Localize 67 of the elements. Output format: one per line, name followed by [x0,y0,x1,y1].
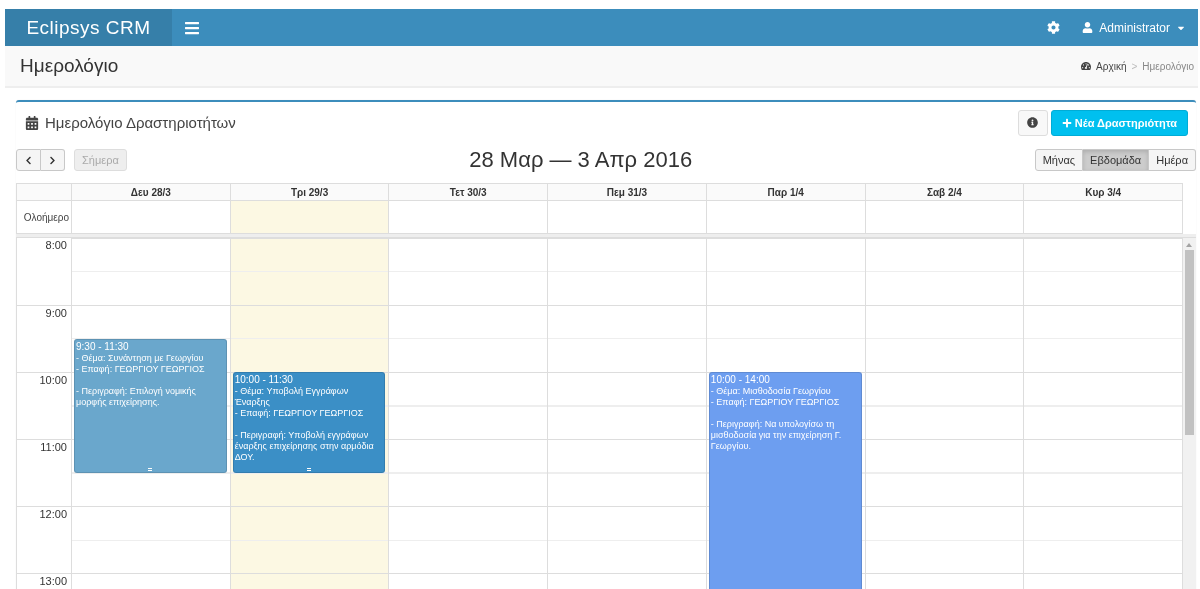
event-description: - Περιγραφή: Επιλογή νομικής μορφής επιχείρησης. [76,385,197,408]
event-subject: - Θέμα: Υποβολή Εγγράφων Έναρξης [234,386,350,408]
all-day-cell[interactable] [230,201,390,234]
resize-handle-icon[interactable] [148,467,153,471]
day-column[interactable]: 10:00 - 11:30 - Θέμα: Υποβολή Εγγράφων Έναρξης - Επαφή: ΓΕΩΡΓΙΟΥ ΓΕΩΡΓΙΟΣ - Περιγραφή: Υποβολή εγγράφων έναρξης επιχείρησης στην αρμόδια ΔΟΥ. [230,238,390,589]
day-column[interactable] [389,238,549,589]
hour-label: 9:00 [44,306,68,319]
day-header: Σαβ 2/4 [865,183,1025,201]
info-button[interactable] [1017,109,1048,136]
calendar-event[interactable]: 10:00 - 11:30 - Θέμα: Υποβολή Εγγράφων Έναρξης - Επαφή: ΓΕΩΡΓΙΟΥ ΓΕΩΡΓΙΟΣ - Περιγραφή: Υποβολή εγγράφων έναρξης επιχείρησης στην αρμόδια ΔΟΥ. [232,372,386,473]
event-subject: - Θέμα: Μισθοδοσία Γεωργίου [710,386,832,397]
breadcrumb-link[interactable]: Ημερολόγιο [1142,60,1194,72]
day-header: Κυρ 3/4 [1024,183,1183,201]
all-day-cell[interactable] [389,201,549,234]
day-header: Τρι 29/3 [230,183,390,201]
calendar-icon [25,115,39,130]
event-contact: - Επαφή: ΓΕΩΡΓΙΟΥ ΓΕΩΡΓΙΟΣ [76,363,206,375]
date-range: 28 Μαρ — 3 Απρ 2016 [469,147,693,173]
calendar-event[interactable]: 10:00 - 14:00 - Θέμα: Μισθοδοσία Γεωργίου - Επαφή: ΓΕΩΡΓΙΟΥ ΓΕΩΡΓΙΟΣ - Περιγραφή: Να υπολογίσω τη μισθοδοσία για την επιχείρηση Γ. Γεωργίου. [708,372,862,589]
hour-label: 10:00 [38,373,68,386]
day-column[interactable] [865,238,1025,589]
event-description: - Περιγραφή: Να υπολογίσω τη μισθοδοσία για την επιχείρηση Γ. Γεωργίου. [710,419,843,452]
view-tab[interactable]: Εβδομάδα [1083,149,1150,171]
view-tab[interactable]: Ημέρα [1149,149,1196,171]
resize-handle-icon[interactable] [307,467,312,471]
all-day-cell[interactable] [548,201,707,234]
all-day-cell[interactable] [1024,201,1183,234]
event-time: 9:30 - 11:30 [76,340,130,353]
chevron-left-icon [24,155,33,165]
previous-button[interactable] [16,149,41,171]
dashboard-icon [1081,61,1092,71]
all-day-cell[interactable] [706,201,866,234]
brand-logo[interactable]: Eclipsys CRM [5,9,172,46]
hour-label: 11:00 [39,440,68,453]
info-icon [1027,117,1039,128]
today-button[interactable]: Σήμερα [74,149,127,171]
breadcrumb-separator: > [1131,60,1138,72]
view-tab[interactable]: Μήνας [1034,149,1084,171]
event-contact: - Επαφή: ΓΕΩΡΓΙΟΥ ΓΕΩΡΓΙΟΣ [710,397,841,408]
breadcrumb-link[interactable]: Αρχική [1096,60,1127,72]
day-header: Δευ 28/3 [72,183,231,201]
hour-label: 8:00 [44,238,68,251]
calendar-event[interactable]: 9:30 - 11:30 - Θέμα: Συνάντηση με Γεωργίου - Επαφή: ΓΕΩΡΓΙΟΥ ΓΕΩΡΓΙΟΣ - Περιγραφή: Επιλογή νομικής μορφής επιχείρησης. [74,338,227,473]
event-subject: - Θέμα: Συνάντηση με Γεωργίου [76,352,205,364]
event-description: - Περιγραφή: Υποβολή εγγράφων έναρξης επιχείρησης στην αρμόδια ΔΟΥ. [234,430,375,463]
all-day-cell[interactable] [72,201,231,234]
panel-title: Ημερολόγιο Δραστηριοτήτων [45,114,236,131]
all-day-cell[interactable] [865,201,1025,234]
user-icon [1082,22,1094,33]
day-column[interactable] [1024,238,1183,589]
event-time: 10:00 - 14:00 [710,374,771,386]
event-contact: - Επαφή: ΓΕΩΡΓΙΟΥ ΓΕΩΡΓΙΟΣ [234,408,365,419]
day-column[interactable] [548,238,707,589]
user-menu[interactable]: Administrator [1072,20,1198,35]
hour-label: 12:00 [38,507,68,520]
plus-icon [1061,117,1072,128]
event-time: 10:00 - 11:30 [234,374,294,386]
hour-label: 13:00 [38,574,68,587]
chevron-right-icon [48,155,57,165]
day-column[interactable]: 9:30 - 11:30 - Θέμα: Συνάντηση με Γεωργίου - Επαφή: ΓΕΩΡΓΙΟΥ ΓΕΩΡΓΙΟΣ - Περιγραφή: Επιλογή νομικής μορφής επιχείρησης. [72,238,231,589]
page-title: Ημερολόγιο [20,55,119,77]
day-header: Παρ 1/4 [706,183,866,201]
day-header: Τετ 30/3 [389,183,549,201]
day-column[interactable]: 10:00 - 14:00 - Θέμα: Μισθοδοσία Γεωργίου - Επαφή: ΓΕΩΡΓΙΟΥ ΓΕΩΡΓΙΟΣ - Περιγραφή: Να υπολογίσω τη μισθοδοσία για την επιχείρηση Γ. Γεωργίου. [706,238,866,589]
new-activity-button[interactable]: Νέα Δραστηριότητα [1050,109,1188,136]
day-header: Πεμ 31/3 [548,183,707,201]
next-button[interactable] [41,149,65,171]
